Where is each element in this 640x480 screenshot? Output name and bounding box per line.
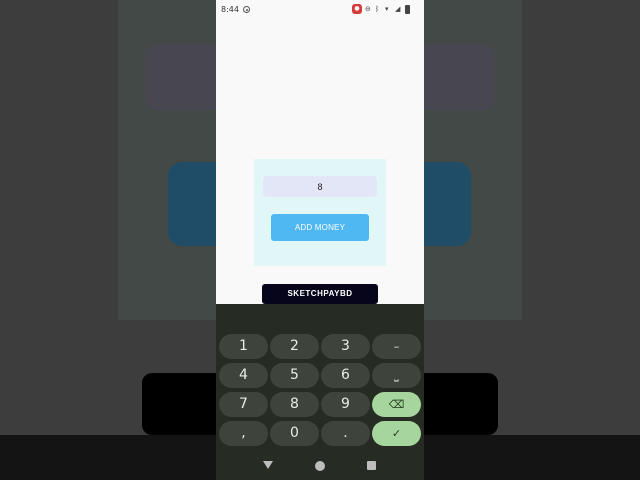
key-3[interactable]: 3 <box>321 334 370 359</box>
add-money-button[interactable]: ADD MONEY <box>271 214 369 241</box>
key-1[interactable]: 1 <box>219 334 268 359</box>
backspace-icon[interactable]: ⌫ <box>372 392 421 417</box>
key-0[interactable]: 0 <box>270 421 319 446</box>
key-2[interactable]: 2 <box>270 334 319 359</box>
key-5[interactable]: 5 <box>270 363 319 388</box>
status-time: 8:44 <box>221 5 239 14</box>
screen-record-icon: ● <box>352 4 362 14</box>
key-6[interactable]: 6 <box>321 363 370 388</box>
key-comma[interactable]: , <box>219 421 268 446</box>
key-period[interactable]: . <box>321 421 370 446</box>
battery-icon <box>405 4 410 14</box>
add-money-card: ADD MONEY <box>254 159 386 266</box>
home-icon[interactable] <box>315 461 325 471</box>
status-bar: 8:44 ● ⊖ ᛒ ▾ ◢ <box>216 0 424 20</box>
location-icon <box>243 6 250 13</box>
phone-screen: 8:44 ● ⊖ ᛒ ▾ ◢ ADD MONEY SKETCHPAYBD 1 2… <box>216 0 424 480</box>
amount-input[interactable] <box>263 176 377 197</box>
bluetooth-icon: ᛒ <box>375 4 380 13</box>
signal-icon: ◢ <box>395 4 401 13</box>
status-icons: ● ⊖ ᛒ ▾ ◢ <box>352 4 410 14</box>
back-icon[interactable] <box>263 461 273 469</box>
navigation-bar <box>216 452 424 480</box>
key-minus[interactable]: – <box>372 334 421 359</box>
brand-button[interactable]: SKETCHPAYBD <box>262 284 378 304</box>
key-7[interactable]: 7 <box>219 392 268 417</box>
recents-icon[interactable] <box>367 461 376 470</box>
dnd-icon: ⊖ <box>365 4 371 13</box>
key-4[interactable]: 4 <box>219 363 268 388</box>
key-8[interactable]: 8 <box>270 392 319 417</box>
check-icon[interactable]: ✓ <box>372 421 421 446</box>
wifi-icon: ▾ <box>385 4 389 13</box>
key-9[interactable]: 9 <box>321 392 370 417</box>
key-space[interactable]: ⎵ <box>372 363 421 388</box>
numeric-keyboard: 1 2 3 – 4 5 6 ⎵ 7 8 9 ⌫ , 0 . ✓ <box>216 304 424 452</box>
